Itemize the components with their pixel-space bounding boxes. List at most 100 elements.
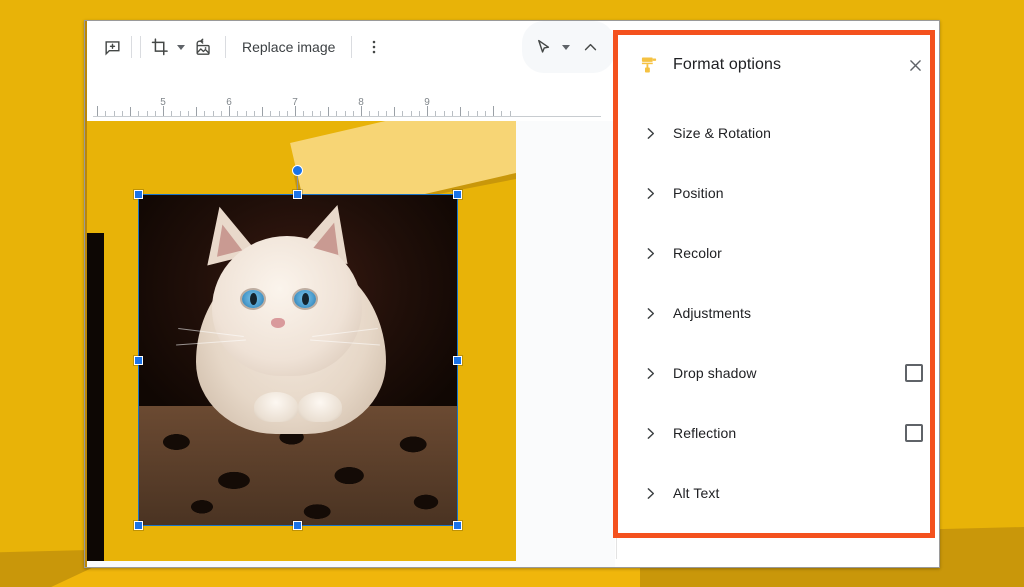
resize-handle-middle-right[interactable] bbox=[453, 356, 462, 365]
chevron-up-icon[interactable] bbox=[575, 32, 605, 62]
more-vertical-icon[interactable] bbox=[359, 32, 389, 62]
format-option-label: Alt Text bbox=[673, 485, 720, 501]
ruler-tick bbox=[237, 111, 239, 116]
ruler-tick bbox=[204, 111, 206, 116]
format-option-label: Recolor bbox=[673, 245, 722, 261]
ruler-tick bbox=[402, 111, 404, 116]
image-cat-pupil-left bbox=[250, 293, 257, 305]
format-option-label: Size & Rotation bbox=[673, 125, 771, 141]
ruler-tick bbox=[105, 111, 107, 116]
close-icon[interactable] bbox=[901, 51, 929, 79]
resize-handle-middle-left[interactable] bbox=[134, 356, 143, 365]
ruler-tick bbox=[344, 111, 346, 116]
image-cat-pupil-right bbox=[302, 293, 309, 305]
ruler-tick bbox=[311, 111, 313, 116]
resize-handle-top-right[interactable] bbox=[453, 190, 462, 199]
ruler-tick bbox=[146, 111, 148, 116]
ruler-tick bbox=[278, 111, 280, 116]
resize-handle-top-left[interactable] bbox=[134, 190, 143, 199]
image-cat-nose bbox=[271, 318, 285, 328]
chevron-right-icon[interactable] bbox=[639, 366, 661, 381]
ruler-tick bbox=[154, 111, 156, 116]
ruler-tick bbox=[394, 107, 395, 116]
chevron-right-icon[interactable] bbox=[639, 486, 661, 501]
format-options-list: Size & Rotation Position Recolor Adjustment… bbox=[617, 93, 939, 523]
format-option-reflection[interactable]: Reflection bbox=[617, 403, 939, 463]
format-option-label: Position bbox=[673, 185, 724, 201]
toolbar-divider bbox=[131, 36, 132, 58]
resize-handle-bottom-center[interactable] bbox=[293, 521, 302, 530]
ruler-tick bbox=[460, 107, 461, 116]
ruler-tick bbox=[253, 111, 255, 116]
format-option-adjustments[interactable]: Adjustments bbox=[617, 283, 939, 343]
image-mask-icon[interactable] bbox=[188, 32, 218, 62]
ruler-tick bbox=[385, 111, 387, 116]
ruler-tick bbox=[501, 111, 503, 116]
image-cat-paw-right bbox=[298, 392, 342, 422]
ruler-tick bbox=[443, 111, 445, 116]
ruler-tick bbox=[328, 107, 329, 116]
format-option-checkbox[interactable] bbox=[905, 424, 923, 442]
ruler-tick bbox=[484, 111, 486, 116]
ruler-tick bbox=[196, 107, 197, 116]
format-option-recolor[interactable]: Recolor bbox=[617, 223, 939, 283]
image-toolbar: Replace image bbox=[85, 21, 615, 73]
ruler-baseline bbox=[93, 116, 601, 117]
ruler-tick bbox=[113, 111, 115, 116]
horizontal-ruler[interactable]: 5 6 7 8 9 bbox=[85, 95, 615, 121]
crop-icon[interactable] bbox=[145, 32, 175, 62]
format-option-position[interactable]: Position bbox=[617, 163, 939, 223]
ruler-tick bbox=[212, 111, 214, 116]
ruler-tick bbox=[303, 111, 305, 116]
format-option-alt-text[interactable]: Alt Text bbox=[617, 463, 939, 523]
slide-decoration-dark-band bbox=[86, 233, 104, 561]
rotation-handle[interactable] bbox=[292, 165, 303, 176]
resize-handle-top-center[interactable] bbox=[293, 190, 302, 199]
ruler-tick bbox=[352, 111, 354, 116]
ruler-tick bbox=[138, 111, 140, 116]
chevron-right-icon[interactable] bbox=[639, 126, 661, 141]
panel-title: Format options bbox=[673, 56, 782, 73]
image-cat-head bbox=[212, 236, 362, 376]
ruler-tick bbox=[509, 111, 511, 116]
add-comment-icon[interactable] bbox=[97, 32, 127, 62]
ruler-tick bbox=[245, 111, 247, 116]
ruler-label: 7 bbox=[292, 97, 298, 108]
format-option-checkbox[interactable] bbox=[905, 364, 923, 382]
chevron-right-icon[interactable] bbox=[639, 246, 661, 261]
chevron-right-icon[interactable] bbox=[639, 306, 661, 321]
slide-canvas[interactable] bbox=[85, 121, 615, 567]
chevron-right-icon[interactable] bbox=[639, 186, 661, 201]
format-option-label: Adjustments bbox=[673, 305, 752, 321]
toolbar-divider bbox=[225, 36, 226, 58]
toolbar-divider bbox=[351, 36, 353, 58]
resize-handle-bottom-left[interactable] bbox=[134, 521, 143, 530]
chevron-right-icon[interactable] bbox=[639, 426, 661, 441]
format-option-size-rotation[interactable]: Size & Rotation bbox=[617, 103, 939, 163]
ruler-tick bbox=[220, 111, 222, 116]
ruler-tick bbox=[121, 111, 123, 116]
toolbar-right-group bbox=[522, 21, 615, 73]
slide[interactable] bbox=[86, 121, 516, 561]
format-option-label: Reflection bbox=[673, 425, 737, 441]
ruler-label: 5 bbox=[160, 97, 166, 108]
format-option-drop-shadow[interactable]: Drop shadow bbox=[617, 343, 939, 403]
cursor-arrow-icon[interactable] bbox=[528, 32, 558, 62]
crop-dropdown-chevron-down-icon[interactable] bbox=[177, 44, 185, 50]
ruler-tick bbox=[336, 111, 338, 116]
ruler-tick bbox=[130, 107, 131, 116]
resize-handle-bottom-right[interactable] bbox=[453, 521, 462, 530]
ruler-label: 9 bbox=[424, 97, 430, 108]
select-dropdown-chevron-down-icon[interactable] bbox=[562, 44, 570, 50]
format-options-panel: Format options Size & Rotation Position Re… bbox=[616, 37, 939, 559]
slide-image-cat[interactable] bbox=[138, 194, 458, 526]
ruler-tick bbox=[435, 111, 437, 116]
paint-roller-icon bbox=[641, 57, 657, 73]
ruler-tick bbox=[410, 111, 412, 116]
format-option-label: Drop shadow bbox=[673, 365, 757, 381]
replace-image-button[interactable]: Replace image bbox=[233, 32, 344, 62]
format-options-panel-inner: Format options Size & Rotation Position Re… bbox=[616, 37, 939, 559]
ruler-tick bbox=[179, 111, 181, 116]
ruler-tick bbox=[187, 111, 189, 116]
ruler-tick bbox=[97, 106, 98, 116]
